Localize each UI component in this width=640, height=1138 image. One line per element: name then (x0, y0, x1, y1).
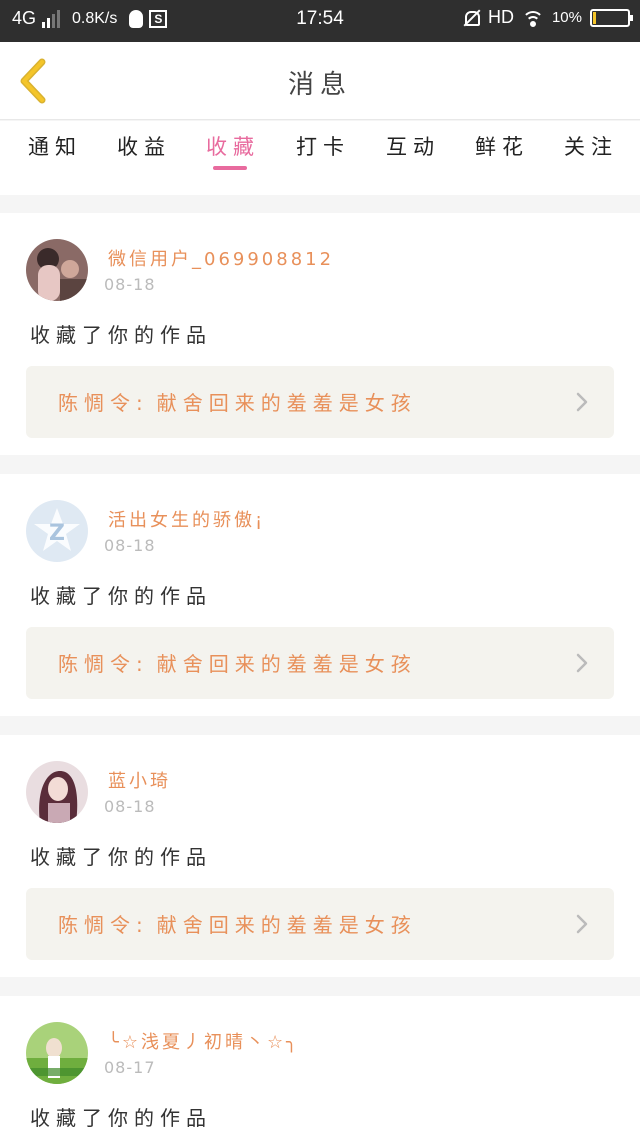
tab-checkin[interactable]: 打卡 (288, 131, 358, 161)
action-text: 收藏了你的作品 (30, 584, 212, 608)
work-title: 献舍回来的羞羞是女孩 (156, 913, 417, 937)
tab-active-indicator (213, 166, 247, 170)
work-author: 陈惆令: (58, 652, 149, 676)
tab-interactions[interactable]: 互动 (378, 131, 448, 161)
tab-follows[interactable]: 关注 (556, 131, 626, 161)
message-card: 蓝小琦 08-18 收藏了你的作品 陈惆令: 献舍回来的羞羞是女孩 (0, 735, 640, 977)
message-date: 08-17 (104, 1058, 156, 1077)
message-date: 08-18 (104, 797, 156, 816)
work-info: 陈惆令: 献舍回来的羞羞是女孩 (58, 909, 417, 938)
app-header: 消息 (0, 42, 640, 120)
work-link[interactable]: 陈惆令: 献舍回来的羞羞是女孩 (26, 888, 614, 960)
action-text: 收藏了你的作品 (30, 845, 212, 869)
username[interactable]: ╰☆浅夏丿初晴丶☆╮ (108, 1028, 300, 1054)
wifi-icon (521, 9, 544, 27)
work-author: 陈惆令: (58, 913, 149, 937)
work-title: 献舍回来的羞羞是女孩 (156, 391, 417, 415)
tab-favorites[interactable]: 收藏 (198, 131, 268, 161)
username[interactable]: 活出女生的骄傲¡ (108, 506, 265, 532)
username[interactable]: 微信用户_069908812 (108, 245, 334, 271)
work-author: 陈惆令: (58, 391, 149, 415)
tab-earnings[interactable]: 收益 (109, 131, 179, 161)
avatar[interactable] (26, 761, 88, 823)
tab-bar: 通知 收益 收藏 打卡 互动 鲜花 关注 (0, 121, 640, 195)
hd-label: HD (487, 7, 514, 27)
message-card: 微信用户_069908812 08-18 收藏了你的作品 陈惆令: 献舍回来的羞羞… (0, 213, 640, 455)
message-card: ╰☆浅夏丿初晴丶☆╮ 08-17 收藏了你的作品 (0, 996, 640, 1138)
tab-flowers[interactable]: 鲜花 (467, 131, 537, 161)
action-text: 收藏了你的作品 (30, 323, 212, 347)
work-link[interactable]: 陈惆令: 献舍回来的羞羞是女孩 (26, 627, 614, 699)
svg-text:Z: Z (49, 521, 65, 546)
work-info: 陈惆令: 献舍回来的羞羞是女孩 (58, 387, 417, 416)
tab-notifications[interactable]: 通知 (20, 131, 90, 161)
avatar[interactable] (26, 239, 88, 301)
status-bar: 4G 0.8K/s S 17:54 HD 10% (0, 0, 640, 42)
message-date: 08-18 (104, 275, 156, 294)
status-right: HD 10% (462, 7, 633, 28)
battery-level (593, 11, 596, 24)
page-title: 消息 (287, 70, 352, 100)
username[interactable]: 蓝小琦 (108, 767, 171, 793)
avatar[interactable]: Z (26, 500, 88, 562)
message-date: 08-18 (104, 536, 156, 555)
message-card: Z 活出女生的骄傲¡ 08-18 收藏了你的作品 陈惆令: 献舍回来的羞羞是女孩 (0, 474, 640, 716)
battery-percent: 10% (551, 9, 582, 26)
work-info: 陈惆令: 献舍回来的羞羞是女孩 (58, 648, 417, 677)
avatar[interactable] (26, 1022, 88, 1084)
work-link[interactable]: 陈惆令: 献舍回来的羞羞是女孩 (26, 366, 614, 438)
work-title: 献舍回来的羞羞是女孩 (156, 652, 417, 676)
battery-icon (590, 8, 633, 27)
mute-icon (462, 9, 480, 27)
action-text: 收藏了你的作品 (30, 1106, 212, 1130)
chevron-right-icon (576, 914, 588, 934)
chevron-right-icon (576, 653, 588, 673)
chevron-right-icon (576, 392, 588, 412)
